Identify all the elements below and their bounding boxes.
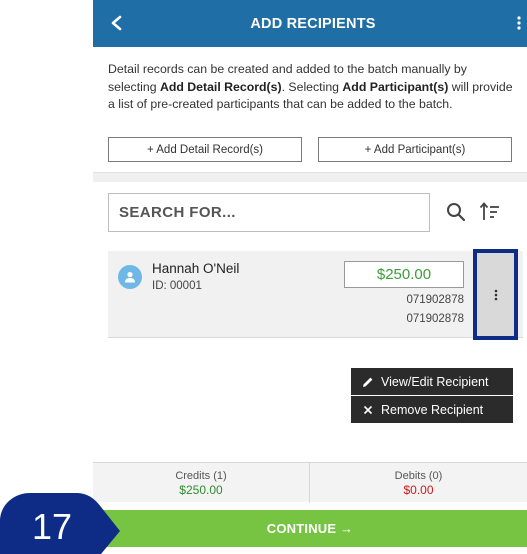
account-number: 071902878 [406, 313, 464, 325]
add-detail-record-button[interactable]: + Add Detail Record(s) [108, 137, 302, 162]
continue-button[interactable]: CONTINUE → [93, 510, 527, 547]
instructions-bold-2: Add Participant(s) [342, 79, 449, 94]
section-divider [93, 172, 527, 182]
avatar [118, 265, 142, 289]
page-title: ADD RECIPIENTS [250, 15, 376, 32]
pencil-icon [361, 376, 375, 388]
recipient-name: Hannah O'Neil [152, 261, 240, 276]
credits-label: Credits (1) [175, 469, 227, 482]
debits-summary: Debits (0) $0.00 [310, 463, 527, 503]
amount-input[interactable]: $250.00 [344, 261, 464, 288]
sort-icon [479, 202, 499, 220]
routing-number: 071902878 [406, 294, 464, 306]
step-badge: 17 [0, 493, 120, 554]
search-input[interactable]: SEARCH FOR... [108, 193, 430, 232]
menu-item-view-edit-recipient[interactable]: View/Edit Recipient [351, 368, 513, 395]
close-icon [361, 405, 375, 415]
recipient-actions-button[interactable] [473, 249, 518, 340]
sort-button[interactable] [477, 197, 503, 227]
vertical-ellipsis-icon [494, 289, 497, 300]
instructions-bold-1: Add Detail Record(s) [159, 79, 282, 94]
menu-item-remove-recipient[interactable]: Remove Recipient [351, 396, 513, 423]
step-number: 17 [32, 506, 72, 547]
recipient-row[interactable]: Hannah O'Neil ID: 00001 $250.00 07190287… [108, 251, 523, 338]
step-badge-shape: 17 [0, 493, 120, 554]
menu-item-label: View/Edit Recipient [381, 374, 489, 389]
user-icon [125, 272, 135, 283]
debits-value: $0.00 [403, 482, 434, 497]
header-more-button[interactable] [511, 11, 527, 35]
chevron-left-icon [111, 15, 122, 31]
recipient-context-menu: View/Edit Recipient Remove Recipient [351, 368, 513, 423]
menu-item-label: Remove Recipient [381, 402, 484, 417]
instructions-part-2: . Selecting [281, 79, 343, 94]
debits-label: Debits (0) [394, 469, 443, 482]
add-participant-button[interactable]: + Add Participant(s) [318, 137, 512, 162]
search-button[interactable] [443, 197, 469, 227]
credits-summary: Credits (1) $250.00 [93, 463, 310, 503]
header-bar: ADD RECIPIENTS [93, 0, 527, 47]
app-screen: ADD RECIPIENTS Detail records can be cre… [93, 0, 527, 554]
credits-value: $250.00 [179, 482, 223, 497]
instructions-text: Detail records can be created and added … [108, 61, 513, 114]
vertical-ellipsis-icon [517, 16, 521, 30]
search-icon [447, 203, 466, 222]
recipient-id: ID: 00001 [152, 280, 202, 292]
totals-bar: Credits (1) $250.00 Debits (0) $0.00 [93, 462, 527, 503]
back-button[interactable] [105, 11, 129, 35]
